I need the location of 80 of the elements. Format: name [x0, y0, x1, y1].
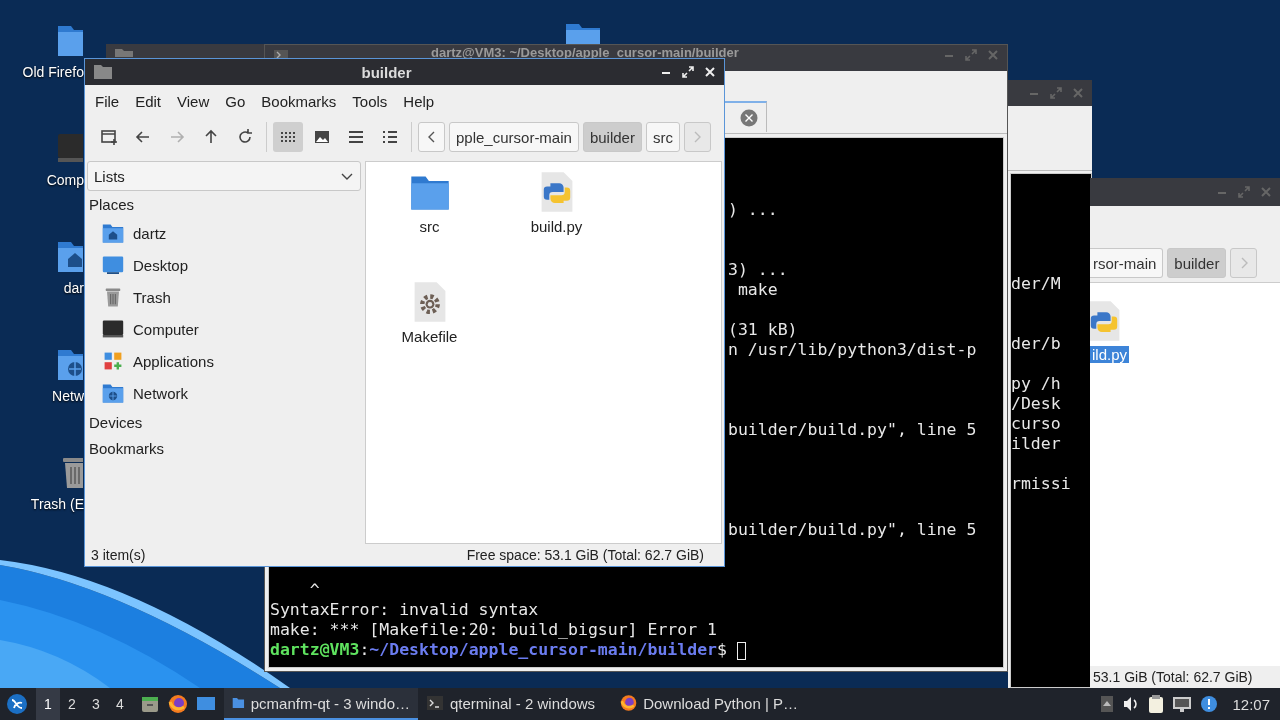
terminal-icon: [273, 49, 289, 58]
path-button[interactable]: builder: [582, 122, 642, 152]
terminal-line: make: *** [Makefile:20: build_bigsur] Error 1: [270, 620, 719, 640]
terminal-line: der/M: [1011, 274, 1062, 294]
network-icon[interactable]: [1172, 695, 1193, 713]
path-button[interactable]: pple_cursor-main: [449, 122, 579, 152]
window-title: dartz@VM3: ~/Desktop/apple_cursor-main/builder: [431, 46, 739, 59]
new-tab-icon: [99, 127, 119, 147]
sidebar-item[interactable]: Network: [133, 384, 188, 402]
file-cabinet-icon[interactable]: [140, 694, 160, 714]
terminal-line: 3) ...: [728, 260, 789, 280]
terminal-line: der/b: [1011, 334, 1062, 354]
terminal-line: (31 kB): [728, 320, 799, 340]
task-button[interactable]: Download Python | P…: [612, 688, 806, 720]
workspace-button[interactable]: 1: [36, 688, 60, 720]
desktop-icon[interactable]: [196, 695, 216, 713]
toolbar-button[interactable]: [273, 122, 303, 152]
terminal-line: py /h: [1011, 374, 1062, 394]
clipboard-icon[interactable]: [1148, 694, 1165, 714]
terminal-line: /Desk: [1011, 394, 1062, 414]
sidebar-section[interactable]: Bookmarks: [87, 435, 361, 461]
menu-item[interactable]: Bookmarks: [253, 92, 345, 110]
folder-icon: [232, 695, 245, 711]
path-button[interactable]: src: [645, 122, 680, 152]
sidebar-section[interactable]: Places: [87, 191, 361, 217]
terminal-line: builder/build.py", line 5: [728, 520, 977, 540]
sidebar-item[interactable]: dartz: [133, 224, 167, 242]
task-button[interactable]: qterminal - 2 windows: [418, 688, 612, 720]
terminal-line: ^: [308, 580, 321, 600]
terminal-tab[interactable]: [724, 101, 767, 132]
file-name[interactable]: build.py: [528, 218, 585, 235]
chevron-down-icon: [340, 171, 354, 181]
terminal-line: n /usr/lib/python3/dist-p: [728, 340, 977, 360]
terminal-line: make: [736, 280, 779, 300]
terminal-icon: [426, 695, 444, 711]
desktop-icon-label: Netw: [51, 388, 84, 404]
sidebar-item[interactable]: Desktop: [133, 256, 189, 274]
workspace-button[interactable]: 3: [84, 688, 108, 720]
terminal-line: ilder: [1011, 434, 1062, 454]
terminal-line: rmissi: [1011, 474, 1071, 494]
menu-item[interactable]: Tools: [344, 92, 396, 110]
workspace-button[interactable]: 4: [108, 688, 132, 720]
task-button[interactable]: pcmanfm-qt - 3 windo…: [224, 688, 418, 720]
chevron-right-icon: [692, 130, 703, 144]
chevron-left-icon: [426, 130, 437, 144]
menu-item[interactable]: File: [87, 92, 128, 110]
view-dropdown[interactable]: Lists: [87, 161, 361, 191]
terminal-line: curso: [1011, 414, 1062, 434]
firefox-icon[interactable]: [168, 694, 188, 714]
terminal-line: ) ...: [728, 200, 779, 220]
terminal-line: builder/build.py", line 5: [728, 420, 977, 440]
desktop-icon-label: Trash (E: [29, 496, 84, 512]
terminal-line: SyntaxError: invalid syntax: [270, 600, 540, 620]
file-name[interactable]: Makefile: [399, 328, 460, 345]
clock[interactable]: 12:07: [1232, 695, 1270, 713]
menu-item[interactable]: Help: [395, 92, 443, 110]
path-button[interactable]: rsor-main: [1090, 248, 1164, 278]
window-title: builder: [360, 63, 413, 81]
file-name[interactable]: ild.py: [1090, 346, 1130, 363]
sidebar-item[interactable]: Trash: [133, 288, 171, 306]
status-text: 53.1 GiB (Total: 62.7 GiB): [1093, 669, 1253, 685]
desktop-icon-label: Comp: [45, 172, 84, 188]
file-name[interactable]: src: [417, 218, 442, 235]
notification-icon[interactable]: [1200, 695, 1219, 713]
menu-item[interactable]: Go: [217, 92, 254, 110]
desktop-icon-label: dar: [62, 280, 84, 296]
workspace-button[interactable]: 2: [60, 688, 84, 720]
sidebar-section[interactable]: Devices: [87, 409, 361, 435]
start-menu-icon[interactable]: [6, 693, 28, 715]
terminal-prompt: dartz@VM3:~/Desktop/apple_cursor-main/builder$: [270, 640, 746, 660]
desktop-icon-label: Old Firefo: [21, 64, 84, 80]
sidebar-item[interactable]: Applications: [133, 352, 214, 370]
path-button[interactable]: builder: [1167, 248, 1227, 278]
menu-item[interactable]: View: [169, 92, 218, 110]
folder-icon: [93, 64, 113, 80]
menu-item[interactable]: Edit: [127, 92, 170, 110]
status-text: Free space: 53.1 GiB (Total: 62.7 GiB): [466, 547, 704, 563]
firefox-icon: [620, 693, 638, 713]
status-text: 3 item(s): [91, 547, 146, 563]
sidebar-item[interactable]: Computer: [133, 320, 199, 338]
